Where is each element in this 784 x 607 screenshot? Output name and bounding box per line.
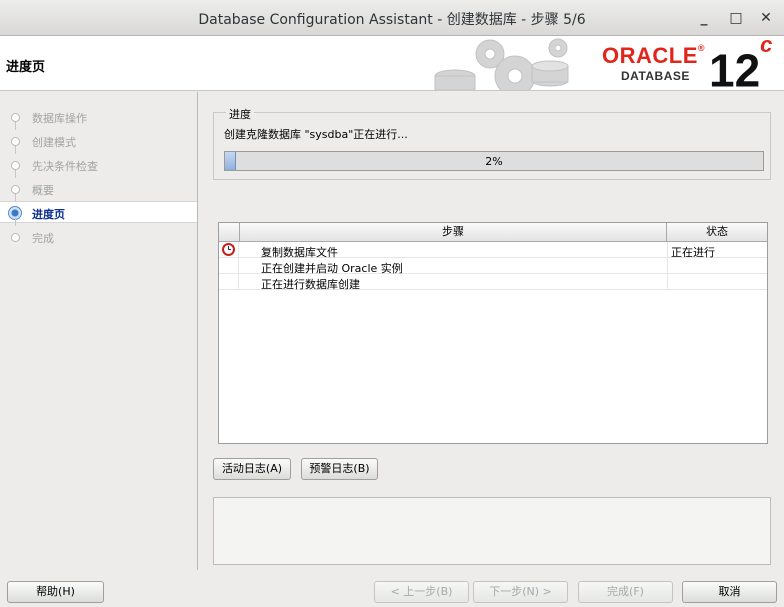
next-button[interactable]: 下一步(N) > [473,581,568,603]
window-titlebar: Database Configuration Assistant - 创建数据库… [0,0,784,36]
database-logo-text: DATABASE [621,69,690,83]
progress-percent: 2% [485,155,503,168]
sidebar-step-database-operation: 数据库操作 [0,106,197,130]
sidebar-step-progress: 进度页 [0,201,197,223]
back-button[interactable]: < 上一步(B) [374,581,469,603]
step-status [667,274,767,290]
step-dot-icon [11,113,20,122]
cancel-button[interactable]: 取消 [682,581,777,603]
step-name: 正在进行数据库创建 [261,278,360,291]
step-dot-icon [11,161,20,170]
sidebar-step-summary: 概要 [0,170,197,202]
table-row[interactable]: 正在创建并启动 Oracle 实例 [219,258,767,275]
activity-log-button[interactable]: 活动日志(A) [213,458,291,480]
progress-message: 创建克隆数据库 "sysdba"正在进行... [224,128,408,141]
step-status [667,258,767,274]
clock-icon [222,243,235,256]
sidebar-step-prerequisites: 先决条件检查 [0,146,197,178]
help-button[interactable]: 帮助(H) [7,581,104,603]
oracle-logo-text: ORACLE® [602,43,706,68]
wizard-steps-sidebar: 数据库操作 创建模式 先决条件检查 概要 进度页 完成 [0,92,198,570]
minimize-button[interactable]: _ [694,8,714,28]
page-title: 进度页 [6,60,46,75]
table-header-icon-col [219,223,240,242]
alert-log-button[interactable]: 预警日志(B) [301,458,378,480]
progress-legend: 进度 [226,106,254,122]
table-header-status[interactable]: 状态 [667,223,767,242]
gears-icon [434,38,569,90]
message-area [213,497,771,565]
step-dot-icon [11,185,20,194]
steps-table[interactable]: 步骤 状态 复制数据库文件 正在进行 正在创建并启动 Oracle 实例 正在进… [218,222,768,444]
table-row[interactable]: 正在进行数据库创建 [219,274,767,291]
finish-button[interactable]: 完成(F) [578,581,673,603]
maximize-button[interactable]: □ [726,8,746,28]
step-dot-icon [11,233,20,242]
table-row[interactable]: 复制数据库文件 正在进行 [219,242,767,259]
step-status: 正在进行 [667,242,767,259]
progress-bar: 2% [224,151,764,171]
close-button[interactable]: ✕ [756,8,776,28]
progress-group: 进度 创建克隆数据库 "sysdba"正在进行... 2% [213,106,771,180]
sidebar-step-finish: 完成 [0,218,197,248]
version-logo: 12c [709,36,773,91]
window-title: Database Configuration Assistant - 创建数据库… [198,12,586,28]
table-header-step[interactable]: 步骤 [240,223,667,242]
step-dot-icon [11,137,20,146]
header-banner: 进度页 ORACLE® DATABASE 12c [0,36,784,91]
sidebar-step-create-mode: 创建模式 [0,122,197,154]
